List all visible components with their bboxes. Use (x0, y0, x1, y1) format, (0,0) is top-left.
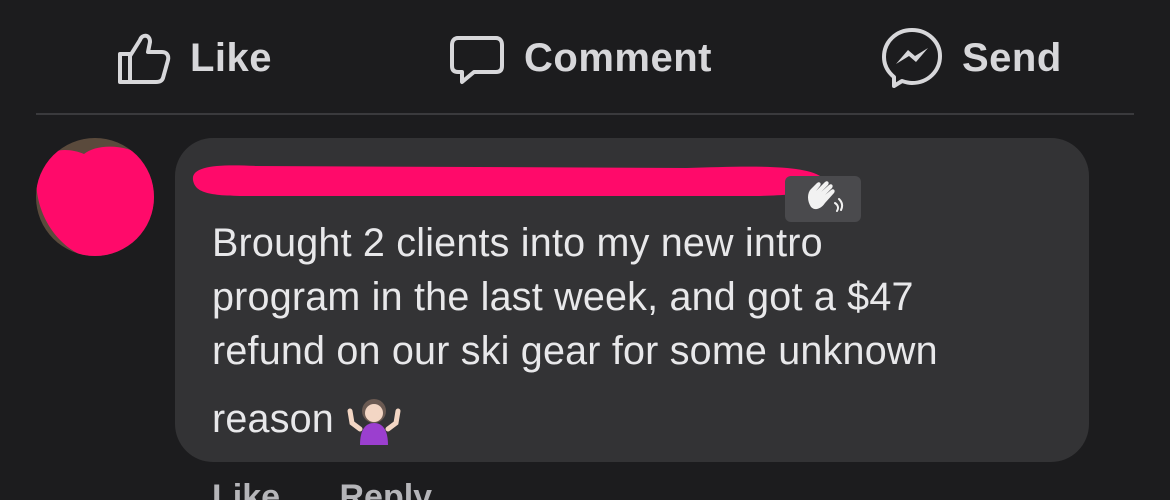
speech-bubble-icon (446, 28, 506, 88)
waving-hand-icon (801, 177, 845, 222)
avatar[interactable] (36, 138, 154, 256)
post-action-bar: Like Comment Send (0, 0, 1170, 114)
comment-label: Comment (524, 35, 712, 80)
send-button[interactable]: Send (880, 28, 1062, 88)
comment-last-line: reason (212, 392, 1072, 446)
divider (36, 113, 1134, 115)
person-shrugging-icon (347, 399, 401, 445)
like-label: Like (190, 35, 273, 80)
author-name-redaction (192, 165, 824, 196)
messenger-icon (880, 26, 944, 90)
comment-like-link[interactable]: Like (212, 478, 280, 500)
avatar-redaction (36, 146, 154, 256)
comment-button[interactable]: Comment (446, 28, 712, 88)
comment-line: program in the last week, and got a $47 (212, 275, 914, 319)
comment-actions: Like Reply (212, 478, 482, 500)
comment-bubble: Brought 2 clients into my new intro prog… (175, 138, 1089, 462)
send-label: Send (962, 35, 1062, 80)
comment-line: refund on our ski gear for some unknown (212, 329, 938, 373)
comment-line: Brought 2 clients into my new intro (212, 221, 823, 265)
comment-author[interactable] (187, 152, 867, 222)
comment-line: reason (212, 397, 334, 441)
comment-reply-link[interactable]: Reply (340, 478, 433, 500)
like-button[interactable]: Like (112, 28, 272, 88)
thumbs-up-icon (112, 28, 172, 88)
comment-text: Brought 2 clients into my new intro prog… (212, 216, 1072, 446)
post-comments-view: Like Comment Send Brought 2 clients into… (0, 0, 1170, 500)
